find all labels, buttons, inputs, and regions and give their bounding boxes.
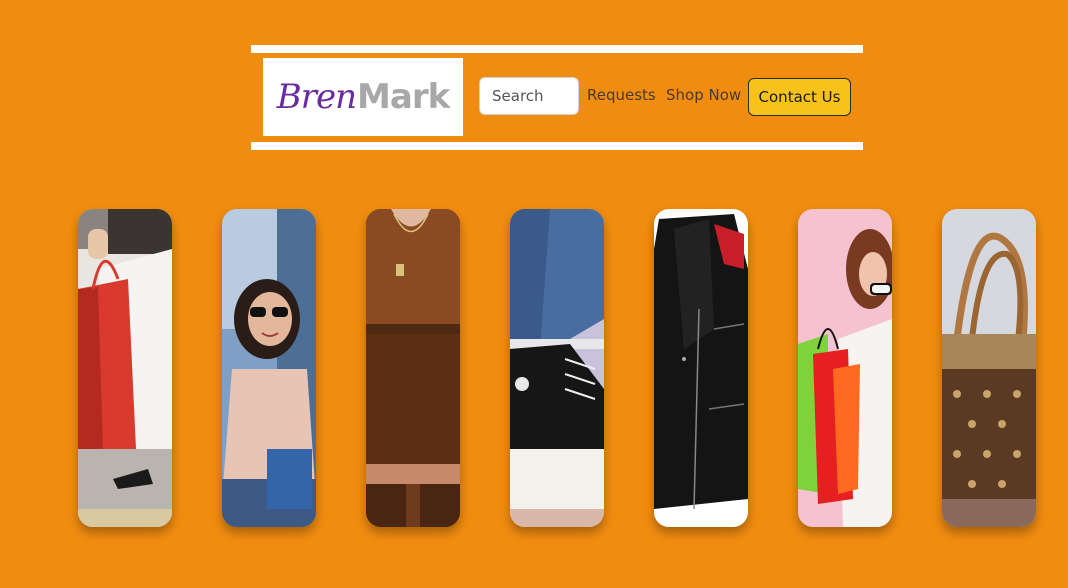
- handbag-image: [942, 209, 1036, 527]
- navbar-top-rule: [251, 45, 863, 53]
- gallery-card-brown-outfit[interactable]: [366, 209, 460, 527]
- shopping-bags-image: [78, 209, 172, 527]
- sneakers-image: [510, 209, 604, 527]
- page: BrenMark Requests Shop Now Contact Us: [0, 0, 1068, 588]
- gallery-card-woman-sunglasses[interactable]: [222, 209, 316, 527]
- nav-link-shop-now[interactable]: Shop Now: [666, 86, 741, 104]
- search-input[interactable]: [479, 77, 579, 115]
- contact-us-button[interactable]: Contact Us: [748, 78, 851, 116]
- gallery-card-shopping-bags[interactable]: [78, 209, 172, 527]
- brown-outfit-image: [366, 209, 460, 527]
- brand-logo[interactable]: Bren Mark: [263, 58, 463, 136]
- gallery-card-leather-jacket[interactable]: [654, 209, 748, 527]
- gallery-card-handbag[interactable]: [942, 209, 1036, 527]
- logo-bold-text: Mark: [357, 77, 450, 117]
- logo-script-text: Bren: [276, 77, 357, 117]
- gallery-card-sneakers[interactable]: [510, 209, 604, 527]
- leather-jacket-image: [654, 209, 748, 527]
- navbar-bottom-rule: [251, 142, 863, 150]
- woman-sunglasses-image: [222, 209, 316, 527]
- gallery-card-woman-shopping[interactable]: [798, 209, 892, 527]
- nav-link-requests[interactable]: Requests: [587, 86, 656, 104]
- woman-shopping-image: [798, 209, 892, 527]
